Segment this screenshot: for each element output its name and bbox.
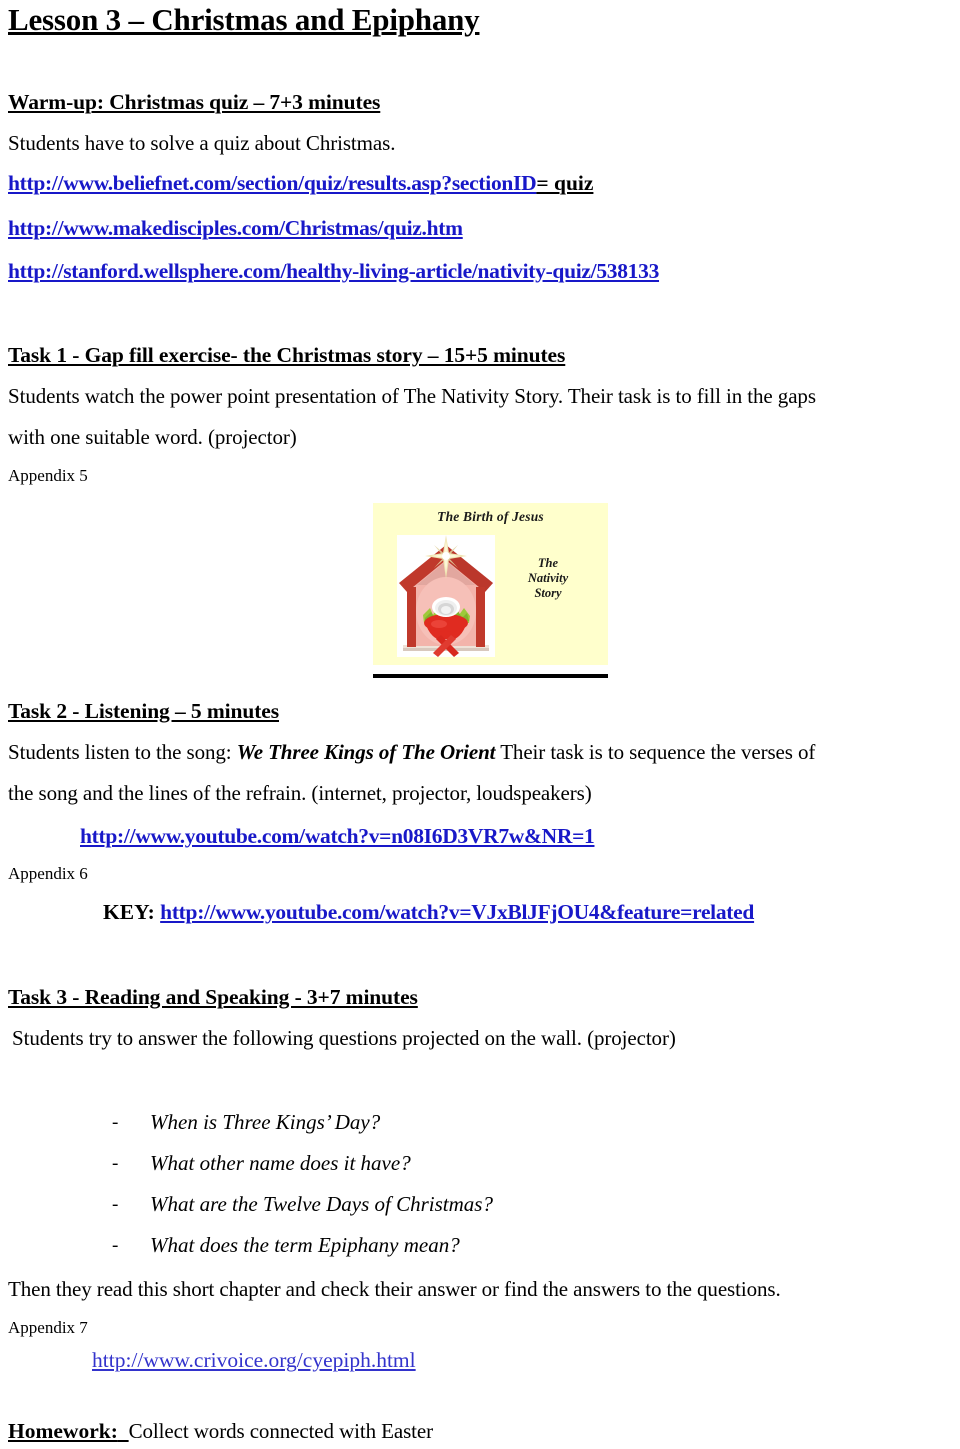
task3-question-1: When is Three Kings’ Day? xyxy=(150,1110,381,1134)
slide-subtitle: The Nativity Story xyxy=(498,556,598,601)
task3-reading-link[interactable]: http://www.crivoice.org/cyepiph.html xyxy=(92,1348,416,1372)
nativity-clipart-frame xyxy=(397,535,495,657)
page-title: Lesson 3 – Christmas and Epiphany xyxy=(8,2,480,37)
task2-line-2: the song and the lines of the refrain. (… xyxy=(8,781,592,805)
task2-video-link[interactable]: http://www.youtube.com/watch?v=n08I6D3VR… xyxy=(80,824,595,848)
task3-question-1-bullet: - xyxy=(112,1112,119,1133)
task2-key-link[interactable]: http://www.youtube.com/watch?v=VJxBlJFjO… xyxy=(160,900,754,924)
task1-heading: Task 1 - Gap fill exercise- the Christma… xyxy=(8,343,566,367)
warmup-link-1-tail: = quiz xyxy=(536,171,594,195)
task3-intro: Students try to answer the following que… xyxy=(12,1026,676,1050)
task3-appendix: Appendix 7 xyxy=(8,1318,88,1337)
warmup-link-2[interactable]: http://www.makedisciples.com/Christmas/q… xyxy=(8,216,463,240)
task1-line-1: Students watch the power point presentat… xyxy=(8,384,816,408)
task3-heading: Task 3 - Reading and Speaking - 3+7 minu… xyxy=(8,985,418,1009)
homework-label: Homework: xyxy=(8,1419,118,1443)
task2-heading: Task 2 - Listening – 5 minutes xyxy=(8,699,279,723)
warmup-heading: Warm-up: Christmas quiz – 7+3 minutes xyxy=(8,90,381,114)
task3-question-4: What does the term Epiphany mean? xyxy=(150,1233,460,1257)
slide-subtitle-line-2: Nativity xyxy=(527,571,569,585)
task3-question-3: What are the Twelve Days of Christmas? xyxy=(150,1192,493,1216)
task1-line-2: with one suitable word. (projector) xyxy=(8,425,297,449)
slide-title: The Birth of Jesus xyxy=(437,509,544,524)
task2-appendix: Appendix 6 xyxy=(8,864,88,883)
task2-key-label: KEY: xyxy=(103,900,155,924)
nativity-slide-image: The Birth of Jesus The Nativity Story xyxy=(373,503,608,665)
task3-question-1-row: - When is Three Kings’ Day? xyxy=(112,1110,380,1135)
task3-question-2-bullet: - xyxy=(112,1153,119,1174)
task3-reading-link-row: http://www.crivoice.org/cyepiph.html xyxy=(92,1348,416,1373)
task2-line-1: Students listen to the song: We Three Ki… xyxy=(8,740,815,765)
document-page: Lesson 3 – Christmas and Epiphany Warm-u… xyxy=(0,0,960,1449)
task3-question-4-row: - What does the term Epiphany mean? xyxy=(112,1233,460,1258)
task3-question-2: What other name does it have? xyxy=(150,1151,411,1175)
task2-line-1-pre: Students listen to the song: xyxy=(8,740,237,764)
task2-video-link-row: http://www.youtube.com/watch?v=n08I6D3VR… xyxy=(80,824,595,849)
homework-text: Collect words connected with Easter xyxy=(128,1419,434,1443)
task2-key-row: KEY: http://www.youtube.com/watch?v=VJxB… xyxy=(103,900,754,925)
task3-question-4-bullet: - xyxy=(112,1235,119,1256)
task2-song-title: We Three Kings of The Orient xyxy=(236,740,496,764)
task2-line-1-post: Their task is to sequence the verses of xyxy=(495,740,816,764)
task3-question-3-bullet: - xyxy=(112,1194,119,1215)
task3-question-3-row: - What are the Twelve Days of Christmas? xyxy=(112,1192,493,1217)
warmup-description: Students have to solve a quiz about Chri… xyxy=(8,131,396,155)
slide-subtitle-line-3: Story xyxy=(534,586,562,600)
task3-question-2-row: - What other name does it have? xyxy=(112,1151,411,1176)
slide-subtitle-line-1: The xyxy=(537,556,559,570)
warmup-link-2-row: http://www.makedisciples.com/Christmas/q… xyxy=(8,216,463,241)
task3-closing: Then they read this short chapter and ch… xyxy=(8,1277,781,1301)
warmup-link-3-row: http://stanford.wellsphere.com/healthy-l… xyxy=(8,259,659,284)
nativity-stable-icon xyxy=(399,535,493,657)
task1-appendix: Appendix 5 xyxy=(8,466,88,485)
warmup-link-1[interactable]: http://www.beliefnet.com/section/quiz/re… xyxy=(8,171,537,195)
slide-bottom-rule xyxy=(373,673,608,678)
warmup-link-3[interactable]: http://stanford.wellsphere.com/healthy-l… xyxy=(8,259,659,283)
homework-row: Homework: Collect words connected with E… xyxy=(8,1419,433,1444)
warmup-link-1-row: http://www.beliefnet.com/section/quiz/re… xyxy=(8,171,593,196)
